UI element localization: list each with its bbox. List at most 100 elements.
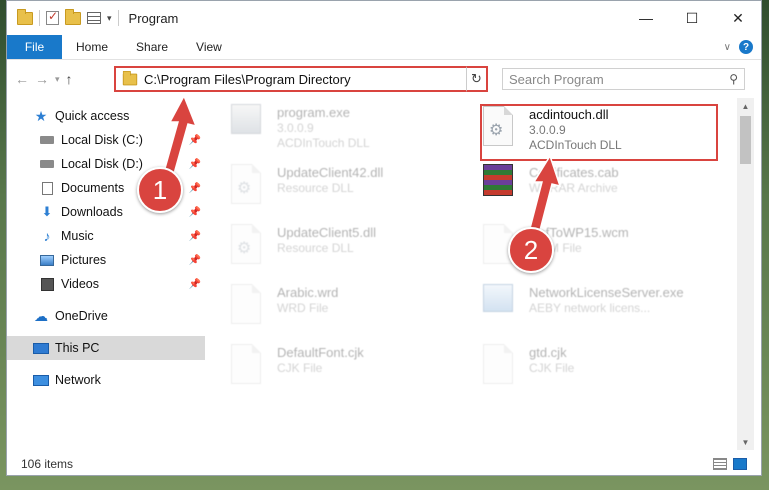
sidebar-item-label: Quick access [55,109,130,123]
pin-icon[interactable]: 📌 [189,231,201,242]
step-marker-1: 1 [137,167,183,213]
sidebar-item-onedrive[interactable]: ☁ OneDrive [7,304,205,328]
file-name: DefaultFont.cjk [277,345,364,360]
file-name: UpdateClient42.dll [277,165,384,180]
file-item[interactable]: program.exe 3.0.0.9 ACDInTouch DLL [231,104,481,158]
properties-icon[interactable] [87,12,101,24]
cloud-icon: ☁ [34,307,48,324]
tab-home[interactable]: Home [62,35,122,59]
scroll-down-icon[interactable]: ▼ [737,434,754,450]
generic-file-icon [231,284,267,328]
pin-icon[interactable]: 📌 [189,207,201,218]
ribbon-tabs: File Home Share View ∨ ? [7,35,761,60]
properties-check-icon[interactable] [46,9,59,25]
forward-arrow-icon[interactable]: → [35,71,49,87]
minimize-button[interactable]: — [623,1,669,35]
dll-file-icon: ⚙ [231,224,267,268]
generic-file-icon [483,344,519,388]
winrar-archive-icon [483,164,519,208]
address-row: ← → ▾ ↑ C:\Program Files\Program Directo… [7,60,761,98]
customize-toolbar-icon[interactable]: ▾ [107,13,112,24]
disk-icon [39,133,55,147]
scrollbar-thumb[interactable] [740,116,751,164]
tab-share[interactable]: Share [122,35,182,59]
folder-icon [17,8,33,25]
file-type: WRD File [277,301,329,315]
vertical-scrollbar[interactable]: ▲ ▼ [737,98,754,450]
music-icon: ♪ [43,228,51,244]
videos-icon [39,277,55,291]
tab-file[interactable]: File [7,35,62,59]
search-icon[interactable]: ⚲ [729,72,738,86]
sidebar-item-label: OneDrive [55,309,108,323]
exe-file-icon [231,104,267,148]
computer-icon [33,341,49,355]
toolbar-separator [117,10,119,26]
back-arrow-icon[interactable]: ← [15,71,29,87]
exe-file-icon [483,284,519,328]
sidebar-item-label: Videos [61,277,99,291]
help-icon[interactable]: ? [739,40,753,54]
status-bar: 106 items [7,453,761,475]
title-bar: ▾ Program — ☐ ✕ [7,1,761,35]
pin-icon[interactable]: 📌 [189,255,201,266]
toolbar-separator [39,10,40,26]
file-item[interactable]: NetworkLicenseServer.exe AEBY network li… [483,284,733,338]
sidebar-item-label: Local Disk (D:) [61,157,143,171]
expand-ribbon-icon[interactable]: ∨ [724,42,731,53]
quick-access-toolbar: ▾ [7,8,119,26]
file-type: CJK File [277,361,323,375]
window-title: Program [128,10,179,26]
file-item[interactable]: DefaultFont.cjk CJK File [231,344,481,398]
file-type: AEBY network licens... [529,301,651,315]
scroll-up-icon[interactable]: ▲ [737,98,754,114]
file-name: Arabic.wrd [277,285,339,300]
address-path[interactable]: C:\Program Files\Program Directory [144,72,470,87]
tab-view[interactable]: View [182,35,236,59]
sidebar-item-this-pc[interactable]: This PC [7,336,205,360]
large-icons-view-icon[interactable] [733,458,747,470]
file-name: gtd.cjk [529,345,567,360]
refresh-icon: ↻ [471,71,482,86]
network-icon [33,373,49,387]
sidebar-item-music[interactable]: ♪ Music 📌 [7,224,205,248]
sidebar-item-pictures[interactable]: Pictures 📌 [7,248,205,272]
sidebar-item-label: Downloads [61,205,123,219]
sidebar-item-label: Music [61,229,94,243]
file-item[interactable]: Arabic.wrd WRD File [231,284,481,338]
refresh-button[interactable]: ↻ [466,66,488,92]
star-icon: ★ [34,107,48,124]
search-input[interactable]: Search Program ⚲ [502,68,745,90]
up-arrow-icon[interactable]: ↑ [66,71,73,87]
file-item[interactable]: ⚙ UpdateClient42.dll Resource DLL [231,164,481,218]
sidebar-item-label: Documents [61,181,125,195]
highlight-box [480,104,718,161]
close-button[interactable]: ✕ [715,1,761,35]
sidebar-item-label: This PC [55,341,100,355]
pictures-icon [39,253,55,267]
search-placeholder: Search Program [509,71,604,87]
maximize-button[interactable]: ☐ [669,1,715,35]
file-name: NetworkLicenseServer.exe [529,285,684,300]
sidebar-item-network[interactable]: Network [7,368,205,392]
sidebar-item-label: Network [55,373,101,387]
step-marker-2: 2 [508,227,554,273]
navigation-buttons: ← → ▾ ↑ [7,71,115,87]
file-list: program.exe 3.0.0.9 ACDInTouch DLL ⚙ Upd… [205,98,737,450]
recent-locations-icon[interactable]: ▾ [55,74,60,85]
file-item[interactable]: gtd.cjk CJK File [483,344,733,398]
file-name: program.exe [277,105,350,120]
disk-icon [39,157,55,171]
folder-icon [122,70,138,85]
pin-icon[interactable]: 📌 [189,279,201,290]
file-version: 3.0.0.9 [277,121,314,135]
details-view-icon[interactable] [713,458,727,470]
downloads-icon: ⬇ [41,204,53,219]
file-item[interactable]: ⚙ UpdateClient5.dll Resource DLL [231,224,481,278]
item-count: 106 items [21,457,74,471]
documents-icon [39,181,55,195]
address-bar[interactable]: C:\Program Files\Program Directory ∨ [114,66,488,92]
sidebar-item-label: Pictures [61,253,107,267]
sidebar-item-videos[interactable]: Videos 📌 [7,272,205,296]
new-folder-icon[interactable] [65,8,81,25]
